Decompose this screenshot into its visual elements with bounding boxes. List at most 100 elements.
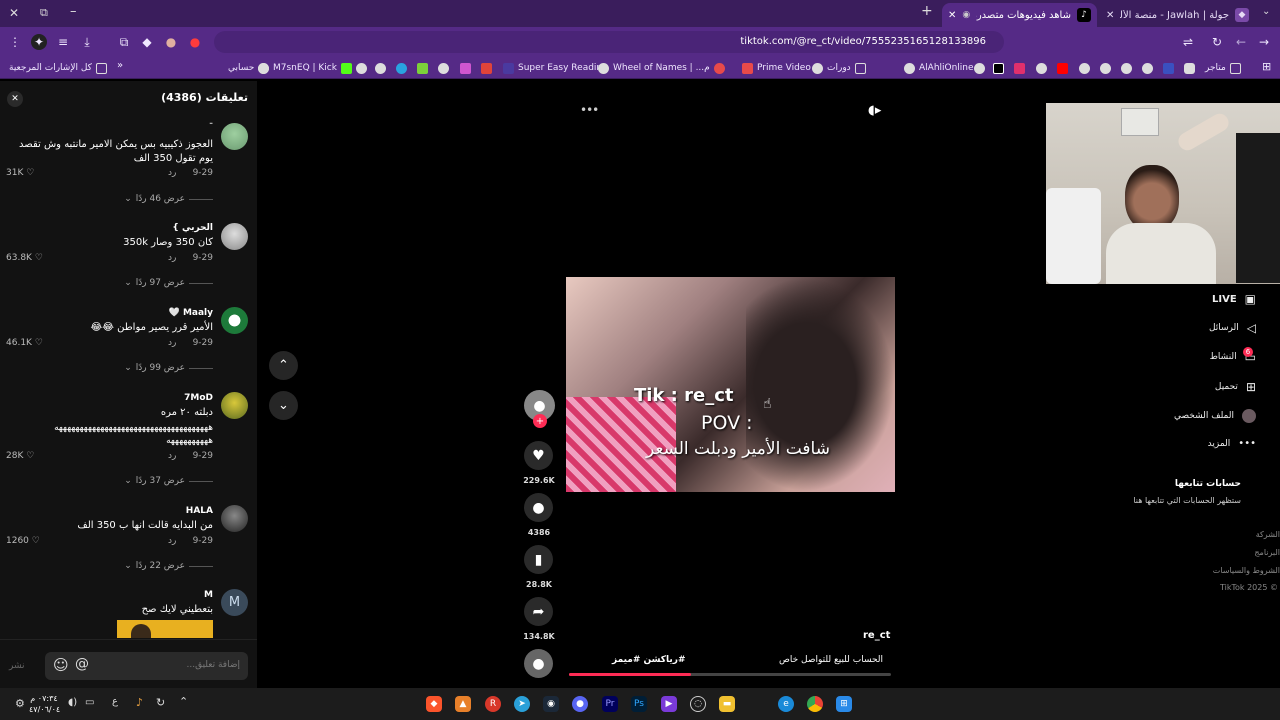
apps-grid-icon[interactable]: ⊞	[1262, 60, 1271, 73]
bookmark-alahli[interactable]: AlAhliOnline	[904, 61, 974, 75]
mention-icon[interactable]: @	[75, 656, 89, 672]
reply-button[interactable]: رد	[168, 253, 176, 263]
progress-bar[interactable]	[569, 673, 891, 676]
chrome-icon[interactable]	[807, 696, 823, 712]
nav-upload[interactable]: ⊞ تحميل	[1215, 380, 1256, 394]
view-replies-button[interactable]: عرض 46 ردًا ⌄	[124, 194, 213, 204]
download-icon[interactable]: ⤓	[79, 34, 95, 50]
app-icon[interactable]: ▶	[661, 696, 677, 712]
back-icon[interactable]: →	[1256, 34, 1272, 50]
volume-icon[interactable]: ◖)	[68, 697, 77, 708]
microphone-icon[interactable]: ♪	[136, 696, 143, 709]
reload-icon[interactable]: ↻	[1209, 34, 1225, 50]
premiere-icon[interactable]: Pr	[602, 696, 618, 712]
avatar[interactable]: M	[221, 589, 248, 616]
extension-icon[interactable]: ●	[187, 34, 203, 50]
comment-button[interactable]: ●	[524, 493, 553, 522]
chevron-up-icon[interactable]: ⌃	[179, 695, 188, 708]
previous-video-button[interactable]: ⌃	[269, 351, 298, 380]
windows-start-icon[interactable]: ⊞	[836, 696, 852, 712]
site-icon[interactable]	[460, 63, 471, 74]
video-hashtags[interactable]: #رياكشن #ميمز	[612, 655, 686, 665]
comment-likes[interactable]: 28K ♡	[6, 451, 34, 461]
instagram-icon[interactable]	[1014, 63, 1025, 74]
extension-icon[interactable]: ●	[163, 34, 179, 50]
more-options-button[interactable]: •••	[580, 103, 599, 117]
youtube-icon[interactable]	[1057, 63, 1068, 74]
footer-terms[interactable]: الشروط والسياسات	[1213, 566, 1280, 575]
view-replies-button[interactable]: عرض 22 ردًا ⌄	[124, 561, 213, 571]
comment-username[interactable]: الحربي }	[172, 223, 213, 233]
bookmark-kick[interactable]: M7snEQ | Kick	[258, 61, 352, 75]
clock[interactable]: ٠٧:٣٤ م ٤٧/٠٦/٠٤	[29, 693, 60, 715]
forward-icon[interactable]: ←	[1233, 34, 1249, 50]
site-icon[interactable]	[396, 63, 407, 74]
bookmark-all[interactable]: كل الإشارات المرجعية	[9, 61, 107, 75]
globe-icon[interactable]	[438, 63, 449, 74]
file-explorer-icon[interactable]: ▬	[719, 696, 735, 712]
discord-icon[interactable]: ●	[572, 696, 588, 712]
globe-icon[interactable]	[974, 63, 985, 74]
reply-button[interactable]: رد	[168, 451, 176, 461]
settings-icon[interactable]: ⚙	[15, 697, 25, 710]
avatar[interactable]	[221, 505, 248, 532]
extension-icon[interactable]: ✦	[31, 34, 47, 50]
like-button[interactable]: ♥	[524, 441, 553, 470]
reply-button[interactable]: رد	[168, 338, 176, 348]
view-replies-button[interactable]: عرض 99 ردًا ⌄	[124, 363, 213, 373]
comment-username[interactable]: M	[204, 590, 213, 600]
nav-live[interactable]: ▣ LIVE	[1212, 292, 1256, 306]
close-icon[interactable]: ✕	[1106, 10, 1114, 21]
discord-icon[interactable]	[1184, 63, 1195, 74]
avatar[interactable]	[221, 392, 248, 419]
footer-program[interactable]: البرنامج	[1254, 548, 1280, 557]
post-button[interactable]: نشر	[9, 661, 25, 671]
tab-search-icon[interactable]: ⌄	[1262, 6, 1270, 17]
comment-username[interactable]: 7MoD	[184, 393, 213, 403]
more-bookmarks-icon[interactable]: »	[117, 60, 123, 71]
comment-likes[interactable]: 63.8K ♡	[6, 253, 43, 263]
close-icon[interactable]: ✕	[948, 10, 956, 21]
next-video-button[interactable]: ⌄	[269, 391, 298, 420]
bookmark-prime[interactable]: Prime Video	[742, 61, 811, 75]
comment-username[interactable]: HALA	[186, 506, 213, 516]
video-player[interactable]: Tik : re_ct POV : شافت الأمير ودبلت السع…	[566, 277, 895, 492]
nav-profile[interactable]: الملف الشخصي	[1174, 409, 1256, 423]
reply-button[interactable]: رد	[168, 168, 176, 178]
tiktok-icon[interactable]	[993, 63, 1004, 74]
download-site-icon[interactable]	[417, 63, 428, 74]
bookmark-reading[interactable]: Super Easy Reading	[503, 61, 608, 75]
globe-icon[interactable]	[1036, 63, 1047, 74]
queue-icon[interactable]: ≡	[55, 34, 71, 50]
globe-icon[interactable]	[1121, 63, 1132, 74]
comment-username[interactable]: Maaly 🤍	[169, 308, 213, 318]
video-author[interactable]: re_ct	[863, 630, 890, 641]
sound-avatar[interactable]: ●	[524, 649, 553, 678]
avatar[interactable]	[221, 223, 248, 250]
app-icon[interactable]: R	[485, 696, 501, 712]
site-icon[interactable]	[1163, 63, 1174, 74]
language-indicator[interactable]: ع	[112, 696, 118, 707]
globe-icon[interactable]	[1142, 63, 1153, 74]
restore-icon[interactable]: ⧉	[40, 6, 48, 20]
comment-likes[interactable]: 31K ♡	[6, 168, 34, 178]
bookmark-stores[interactable]: متاجر	[1205, 61, 1241, 75]
network-icon[interactable]: ▭	[85, 697, 94, 708]
brave-icon[interactable]: ◆	[426, 696, 442, 712]
globe-icon[interactable]	[375, 63, 386, 74]
comment-likes[interactable]: 1260 ♡	[6, 536, 40, 546]
tab-jawlah[interactable]: ✕ جولة | Jawlah - منصة الألعاب الأ ◆	[1100, 3, 1255, 27]
volume-icon[interactable]: ◖▸	[868, 103, 881, 118]
globe-icon[interactable]	[356, 63, 367, 74]
comment-username[interactable]: -	[209, 119, 213, 129]
address-bar[interactable]: tiktok.com/@re_ct/video/7555235165128133…	[214, 31, 1004, 53]
view-replies-button[interactable]: عرض 37 ردًا ⌄	[124, 476, 213, 486]
edge-icon[interactable]: e	[778, 696, 794, 712]
emoji-icon[interactable]: ☺	[53, 656, 69, 674]
avatar[interactable]	[221, 307, 248, 334]
share-button[interactable]: ➦	[524, 597, 553, 626]
extension-icon[interactable]: ◆	[139, 34, 155, 50]
comment-image[interactable]	[117, 620, 213, 638]
sync-icon[interactable]: ↻	[156, 696, 165, 709]
telegram-icon[interactable]: ➤	[514, 696, 530, 712]
